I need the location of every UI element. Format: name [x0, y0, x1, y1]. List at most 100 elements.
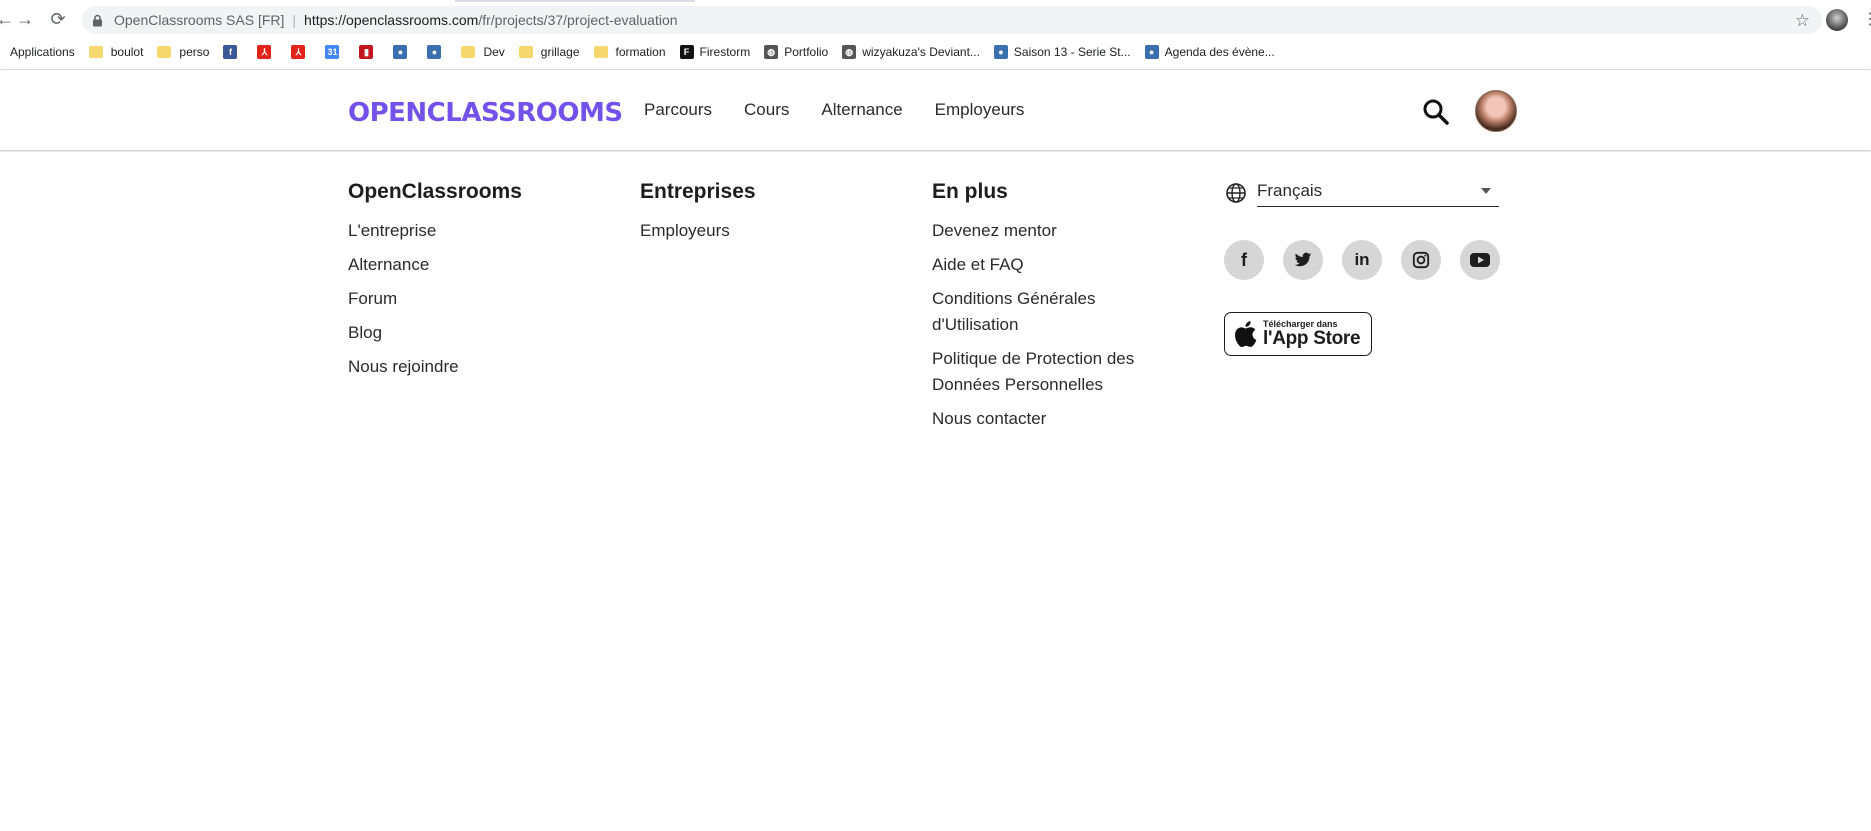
footer-column-title: Entreprises [640, 180, 756, 203]
pdf-icon: ⅄ [291, 45, 306, 59]
folder-icon [88, 46, 103, 58]
language-selector[interactable]: Français [1225, 180, 1499, 208]
bookmark-label: Dev [483, 45, 505, 59]
browser-menu-icon[interactable]: ⋮ [1862, 10, 1871, 30]
bookmark-item[interactable]: ⅄ [291, 45, 311, 59]
bookmark-label: Firestorm [699, 45, 751, 59]
calendar-icon: 31 [325, 45, 340, 59]
folder-icon [593, 46, 608, 58]
bookmark-label: grillage [540, 45, 580, 59]
youtube-icon[interactable] [1460, 240, 1500, 280]
apple-icon [1233, 320, 1257, 348]
footer-link-protection-donnees[interactable]: Politique de Protection des Données Pers… [932, 346, 1162, 398]
language-select[interactable]: Français [1257, 180, 1499, 207]
forward-icon[interactable]: → [14, 8, 36, 30]
language-value: Français [1257, 181, 1323, 200]
site-identity: OpenClassrooms SAS [FR] [114, 12, 285, 28]
browser-profile-avatar[interactable] [1826, 9, 1848, 31]
bookmark-item[interactable]: Applications [10, 45, 75, 59]
user-avatar[interactable] [1475, 90, 1517, 132]
footer-link-nous-rejoindre[interactable]: Nous rejoindre [348, 354, 522, 380]
bookmark-item[interactable]: ● [393, 45, 413, 59]
footer-link-cgu[interactable]: Conditions Générales d'Utilisation [932, 286, 1162, 338]
lock-icon [92, 13, 106, 27]
bookmark-item[interactable]: ▮ [359, 45, 379, 59]
footer-column-en-plus: En plus Devenez mentor Aide et FAQ Condi… [932, 180, 1162, 440]
bookmark-label: formation [615, 45, 666, 59]
globe-icon: ◍ [842, 45, 857, 59]
bookmark-item[interactable]: ● [427, 45, 447, 59]
folder-icon [157, 46, 172, 58]
globe-icon: ◍ [764, 45, 779, 59]
bookmark-label: Agenda des évène... [1164, 45, 1275, 59]
address-separator: | [292, 12, 297, 28]
twitter-icon[interactable] [1283, 240, 1323, 280]
nav-parcours[interactable]: Parcours [644, 98, 712, 122]
footer-link-employeurs[interactable]: Employeurs [640, 218, 756, 244]
site-icon: ● [993, 45, 1008, 59]
footer-column-title: En plus [932, 180, 1008, 203]
site-icon: ● [1144, 45, 1159, 59]
bookmark-item[interactable]: ◍ Portfolio [764, 45, 828, 59]
footer-link-alternance[interactable]: Alternance [348, 252, 522, 278]
nav-alternance[interactable]: Alternance [821, 98, 902, 122]
firestorm-icon: F [679, 45, 694, 59]
site-logo[interactable]: OPENCLASSROOMS [348, 98, 623, 128]
app-store-button[interactable]: Télécharger dans l'App Store [1224, 312, 1372, 356]
bookmark-item[interactable]: ⅄ [257, 45, 277, 59]
bookmark-star-icon[interactable]: ☆ [1795, 11, 1810, 31]
social-links: f in [1224, 240, 1519, 280]
url-text: https://openclassrooms.com/fr/projects/3… [304, 12, 678, 28]
news-icon: ▮ [359, 45, 374, 59]
reload-icon[interactable]: ⟳ [47, 8, 69, 30]
bookmark-item[interactable]: formation [593, 45, 666, 59]
footer-link-entreprise[interactable]: L'entreprise [348, 218, 522, 244]
bookmark-item[interactable]: ● Agenda des évène... [1144, 45, 1275, 59]
linkedin-icon[interactable]: in [1342, 240, 1382, 280]
url-path: /fr/projects/37/project-evaluation [478, 12, 678, 28]
appstore-big-label: l'App Store [1263, 328, 1361, 349]
bookmark-item[interactable]: ● Saison 13 - Serie St... [993, 45, 1131, 59]
footer-column-title: OpenClassrooms [348, 180, 522, 203]
bookmark-item[interactable]: perso [157, 45, 209, 59]
folder-icon [518, 46, 533, 58]
url-host: https://openclassrooms.com [304, 12, 479, 28]
site-icon: ● [393, 45, 408, 59]
footer-link-aide-faq[interactable]: Aide et FAQ [932, 252, 1162, 278]
instagram-icon[interactable] [1401, 240, 1441, 280]
bookmark-item[interactable]: grillage [518, 45, 580, 59]
bookmark-label: boulot [110, 45, 144, 59]
facebook-icon: f [223, 45, 238, 59]
bookmark-label: perso [179, 45, 210, 59]
facebook-icon[interactable]: f [1224, 240, 1264, 280]
nav-cours[interactable]: Cours [744, 98, 789, 122]
bookmark-item[interactable]: boulot [88, 45, 144, 59]
folder-icon [461, 46, 476, 58]
footer-link-devenez-mentor[interactable]: Devenez mentor [932, 218, 1162, 244]
bookmark-item[interactable]: F Firestorm [679, 45, 751, 59]
footer-column-openclassrooms: OpenClassrooms L'entreprise Alternance F… [348, 180, 522, 388]
bookmark-item[interactable]: 31 [325, 45, 345, 59]
bookmark-label: Applications [10, 45, 75, 59]
site-icon: ● [427, 45, 442, 59]
bookmark-label: Saison 13 - Serie St... [1013, 45, 1131, 59]
footer-link-forum[interactable]: Forum [348, 286, 522, 312]
footer-column-entreprises: Entreprises Employeurs [640, 180, 756, 252]
bookmark-label: wizyakuza's Deviant... [862, 45, 980, 59]
nav-employeurs[interactable]: Employeurs [935, 98, 1025, 122]
chevron-down-icon [1481, 188, 1491, 194]
bookmarks-bar: Applications boulot perso f ⅄ ⅄ 31 ▮ ● ● Dev grilla… [0, 40, 1871, 64]
footer-link-blog[interactable]: Blog [348, 320, 522, 346]
bookmark-label: Portfolio [784, 45, 829, 59]
main-nav: Parcours Cours Alternance Employeurs [644, 98, 1056, 122]
footer-link-nous-contacter[interactable]: Nous contacter [932, 406, 1162, 432]
bookmark-item[interactable]: ◍ wizyakuza's Deviant... [842, 45, 980, 59]
bookmark-item[interactable]: Dev [461, 45, 505, 59]
search-icon[interactable] [1421, 97, 1451, 127]
globe-icon [1225, 182, 1247, 204]
bookmark-item[interactable]: f [223, 45, 243, 59]
active-tab-indicator [455, 0, 695, 2]
browser-toolbar: ← → ⟳ OpenClassrooms SAS [FR] | https://… [0, 0, 1871, 36]
pdf-icon: ⅄ [257, 45, 272, 59]
address-bar[interactable]: OpenClassrooms SAS [FR] | https://opencl… [82, 6, 1822, 34]
